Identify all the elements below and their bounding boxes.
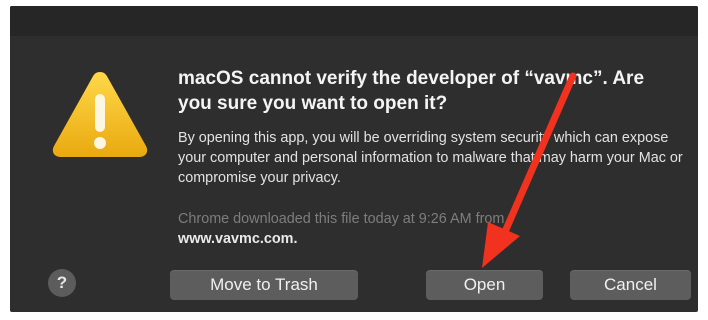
cancel-button[interactable]: Cancel bbox=[570, 270, 691, 300]
dialog-titlebar bbox=[10, 6, 698, 36]
help-button[interactable]: ? bbox=[48, 269, 76, 297]
dialog-body-text: By opening this app, you will be overrid… bbox=[178, 130, 683, 186]
download-source-domain: www.vavmc.com. bbox=[178, 231, 298, 247]
open-button[interactable]: Open bbox=[426, 270, 543, 300]
move-to-trash-button[interactable]: Move to Trash bbox=[170, 270, 358, 300]
dialog-title: macOS cannot verify the developer of “va… bbox=[178, 68, 645, 114]
warning-triangle-icon bbox=[52, 72, 148, 157]
download-source-text: Chrome downloaded this file today at 9:2… bbox=[178, 209, 678, 249]
download-source-line: Chrome downloaded this file today at 9:2… bbox=[178, 211, 505, 227]
dialog-window: macOS cannot verify the developer of “va… bbox=[10, 6, 698, 312]
